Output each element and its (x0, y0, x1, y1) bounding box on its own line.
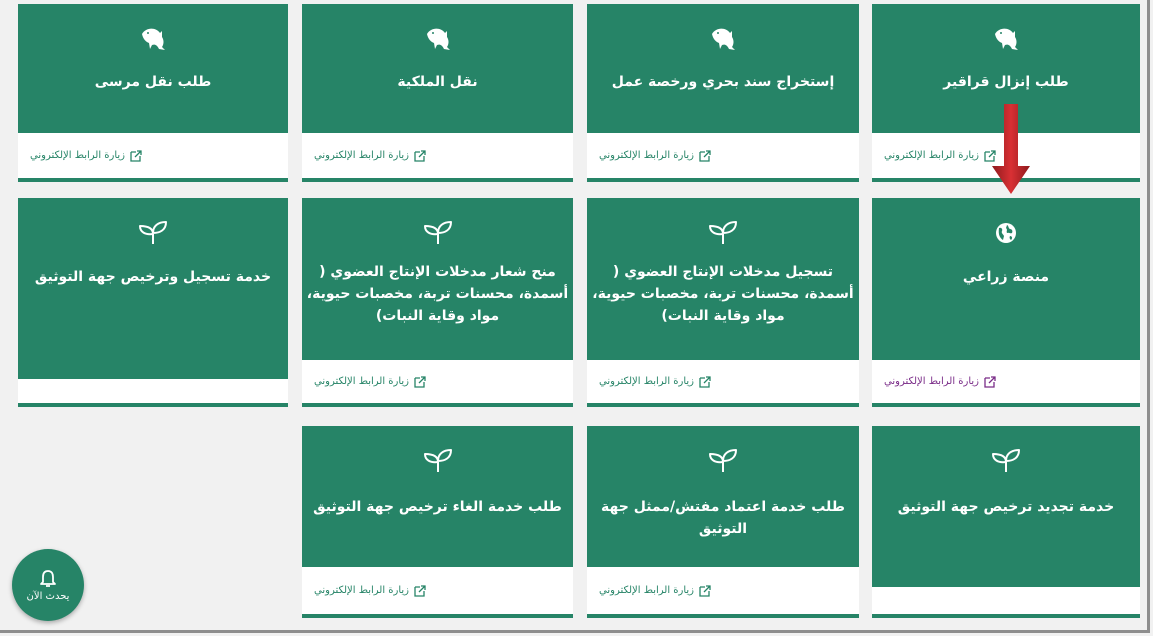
card-title: نقل الملكية (397, 74, 478, 90)
card-title: منح شعار مدخلات الإنتاج العضوي ( أسمدة، … (306, 264, 569, 324)
external-link[interactable]: زيارة الرابط الإلكتروني (599, 584, 711, 597)
external-link[interactable]: زيارة الرابط الإلكتروني (314, 149, 426, 162)
card-title: طلب خدمة الغاء ترخيص جهة التوثيق (313, 499, 562, 515)
sprout-icon (420, 444, 456, 478)
service-card-certification-body-cancellation[interactable]: طلب خدمة الغاء ترخيص جهة التوثيق زيارة ا… (302, 426, 573, 618)
service-card-certification-body-renewal[interactable]: خدمة تجديد ترخيص جهة التوثيق (872, 426, 1140, 618)
sprout-icon (705, 216, 741, 250)
card-title: خدمة تسجيل وترخيص جهة التوثيق (34, 269, 272, 285)
card-title: منصة زراعي (962, 269, 1050, 285)
external-link[interactable]: زيارة الرابط الإلكتروني (314, 584, 426, 597)
service-card-zirai-platform[interactable]: منصة زراعي زيارة الرابط الإلكتروني (872, 198, 1140, 407)
external-link[interactable]: زيارة الرابط الإلكتروني (314, 375, 426, 388)
external-link[interactable]: زيارة الرابط الإلكتروني (30, 149, 142, 162)
card-title: طلب خدمة اعتماد مفتش/ممثل جهة التوثيق (601, 499, 845, 537)
globe-icon (988, 216, 1024, 250)
sprout-icon (420, 216, 456, 250)
external-link-icon (130, 149, 142, 162)
external-link-icon (414, 584, 426, 597)
dolphin-icon (135, 22, 171, 56)
external-link-icon (699, 584, 711, 597)
dolphin-icon (988, 22, 1024, 56)
sprout-icon (135, 216, 171, 250)
external-link-icon (984, 375, 996, 388)
bell-icon (40, 569, 56, 587)
external-link[interactable]: زيارة الرابط الإلكتروني (884, 375, 996, 388)
service-card-marine-license[interactable]: إستخراج سند بحري ورخصة عمل زيارة الرابط … (587, 4, 859, 182)
service-card-certification-body-registration[interactable]: خدمة تسجيل وترخيص جهة التوثيق (18, 198, 288, 407)
card-title: خدمة تجديد ترخيص جهة التوثيق (897, 499, 1115, 515)
dolphin-icon (420, 22, 456, 56)
sprout-icon (988, 444, 1024, 478)
external-link-icon (699, 149, 711, 162)
external-link-icon (414, 375, 426, 388)
service-card-anchorage-transfer[interactable]: طلب نقل مرسى زيارة الرابط الإلكتروني (18, 4, 288, 182)
updates-now-label: يحدث الآن (26, 590, 70, 602)
card-title: إستخراج سند بحري ورخصة عمل (611, 74, 835, 90)
external-link[interactable]: زيارة الرابط الإلكتروني (599, 149, 711, 162)
service-card-ownership-transfer[interactable]: نقل الملكية زيارة الرابط الإلكتروني (302, 4, 573, 182)
card-title: تسجيل مدخلات الإنتاج العضوي ( أسمدة، محس… (592, 264, 854, 324)
dolphin-icon (705, 22, 741, 56)
external-link[interactable]: زيارة الرابط الإلكتروني (884, 149, 996, 162)
external-link-icon (699, 375, 711, 388)
service-card-organic-inputs-registration[interactable]: تسجيل مدخلات الإنتاج العضوي ( أسمدة، محس… (587, 198, 859, 407)
updates-now-button[interactable]: يحدث الآن (12, 549, 84, 621)
card-title: طلب نقل مرسى (94, 74, 212, 90)
service-card-inspector-accreditation[interactable]: طلب خدمة اعتماد مفتش/ممثل جهة التوثيق زي… (587, 426, 859, 618)
external-link[interactable]: زيارة الرابط الإلكتروني (599, 375, 711, 388)
pointer-arrow-icon (992, 104, 1030, 194)
service-card-organic-logo[interactable]: منح شعار مدخلات الإنتاج العضوي ( أسمدة، … (302, 198, 573, 407)
external-link-icon (414, 149, 426, 162)
card-title: طلب إنزال قراقير (943, 74, 1069, 90)
sprout-icon (705, 444, 741, 478)
